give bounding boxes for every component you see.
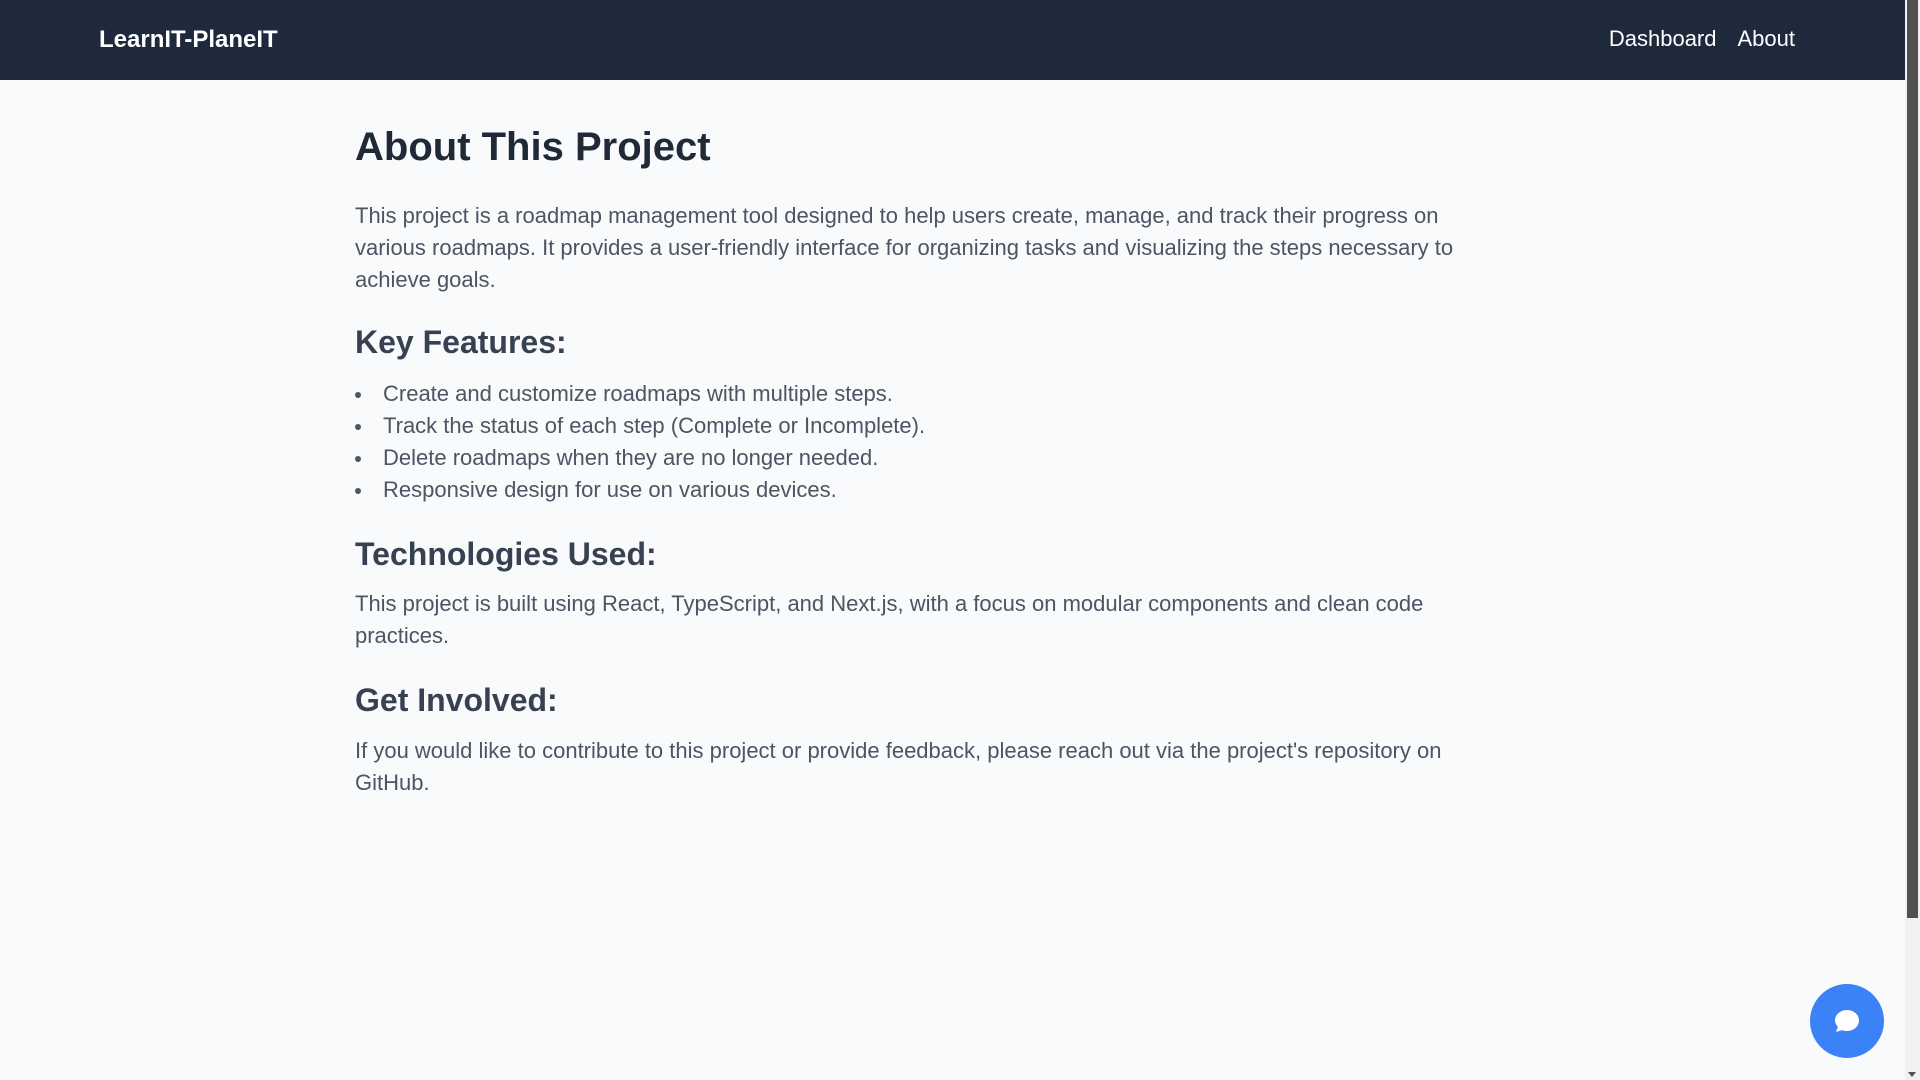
scroll-down-arrow-icon[interactable] xyxy=(1908,1072,1916,1077)
bullet-icon xyxy=(355,456,361,462)
chat-widget-button[interactable] xyxy=(1810,984,1884,1058)
feature-text: Delete roadmaps when they are no longer … xyxy=(383,445,879,470)
nav-link-dashboard[interactable]: Dashboard xyxy=(1609,24,1717,54)
list-item: Track the status of each step (Complete … xyxy=(355,410,1505,442)
about-content: About This Project This project is a roa… xyxy=(355,118,1505,799)
get-involved-paragraph: If you would like to contribute to this … xyxy=(355,738,1442,795)
feature-text: Create and customize roadmaps with multi… xyxy=(383,381,893,406)
features-list: Create and customize roadmaps with multi… xyxy=(355,378,1505,506)
nav-links: Dashboard About xyxy=(1609,24,1795,54)
technologies-heading: Technologies Used: xyxy=(355,536,657,572)
brand-logo-link[interactable]: LearnIT-PlaneIT xyxy=(99,24,278,56)
intro-paragraph: This project is a roadmap management too… xyxy=(355,203,1454,292)
get-involved-heading: Get Involved: xyxy=(355,682,558,718)
list-item: Create and customize roadmaps with multi… xyxy=(355,378,1505,410)
bullet-icon xyxy=(355,488,361,494)
feature-text: Responsive design for use on various dev… xyxy=(383,477,837,502)
page: LearnIT-PlaneIT Dashboard About About Th… xyxy=(0,0,1905,1080)
page-title: About This Project xyxy=(355,125,711,169)
nav-link-about[interactable]: About xyxy=(1738,24,1796,54)
chat-bubble-icon xyxy=(1835,1010,1859,1032)
vertical-scrollbar[interactable] xyxy=(1905,0,1920,1080)
technologies-paragraph: This project is built using React, TypeS… xyxy=(355,591,1424,648)
list-item: Responsive design for use on various dev… xyxy=(355,474,1505,506)
feature-text: Track the status of each step (Complete … xyxy=(383,413,926,438)
bullet-icon xyxy=(355,424,361,430)
list-item: Delete roadmaps when they are no longer … xyxy=(355,442,1505,474)
features-heading: Key Features: xyxy=(355,324,567,360)
top-navbar: LearnIT-PlaneIT Dashboard About xyxy=(0,0,1905,80)
bullet-icon xyxy=(355,392,361,398)
scrollbar-thumb[interactable] xyxy=(1907,0,1918,918)
